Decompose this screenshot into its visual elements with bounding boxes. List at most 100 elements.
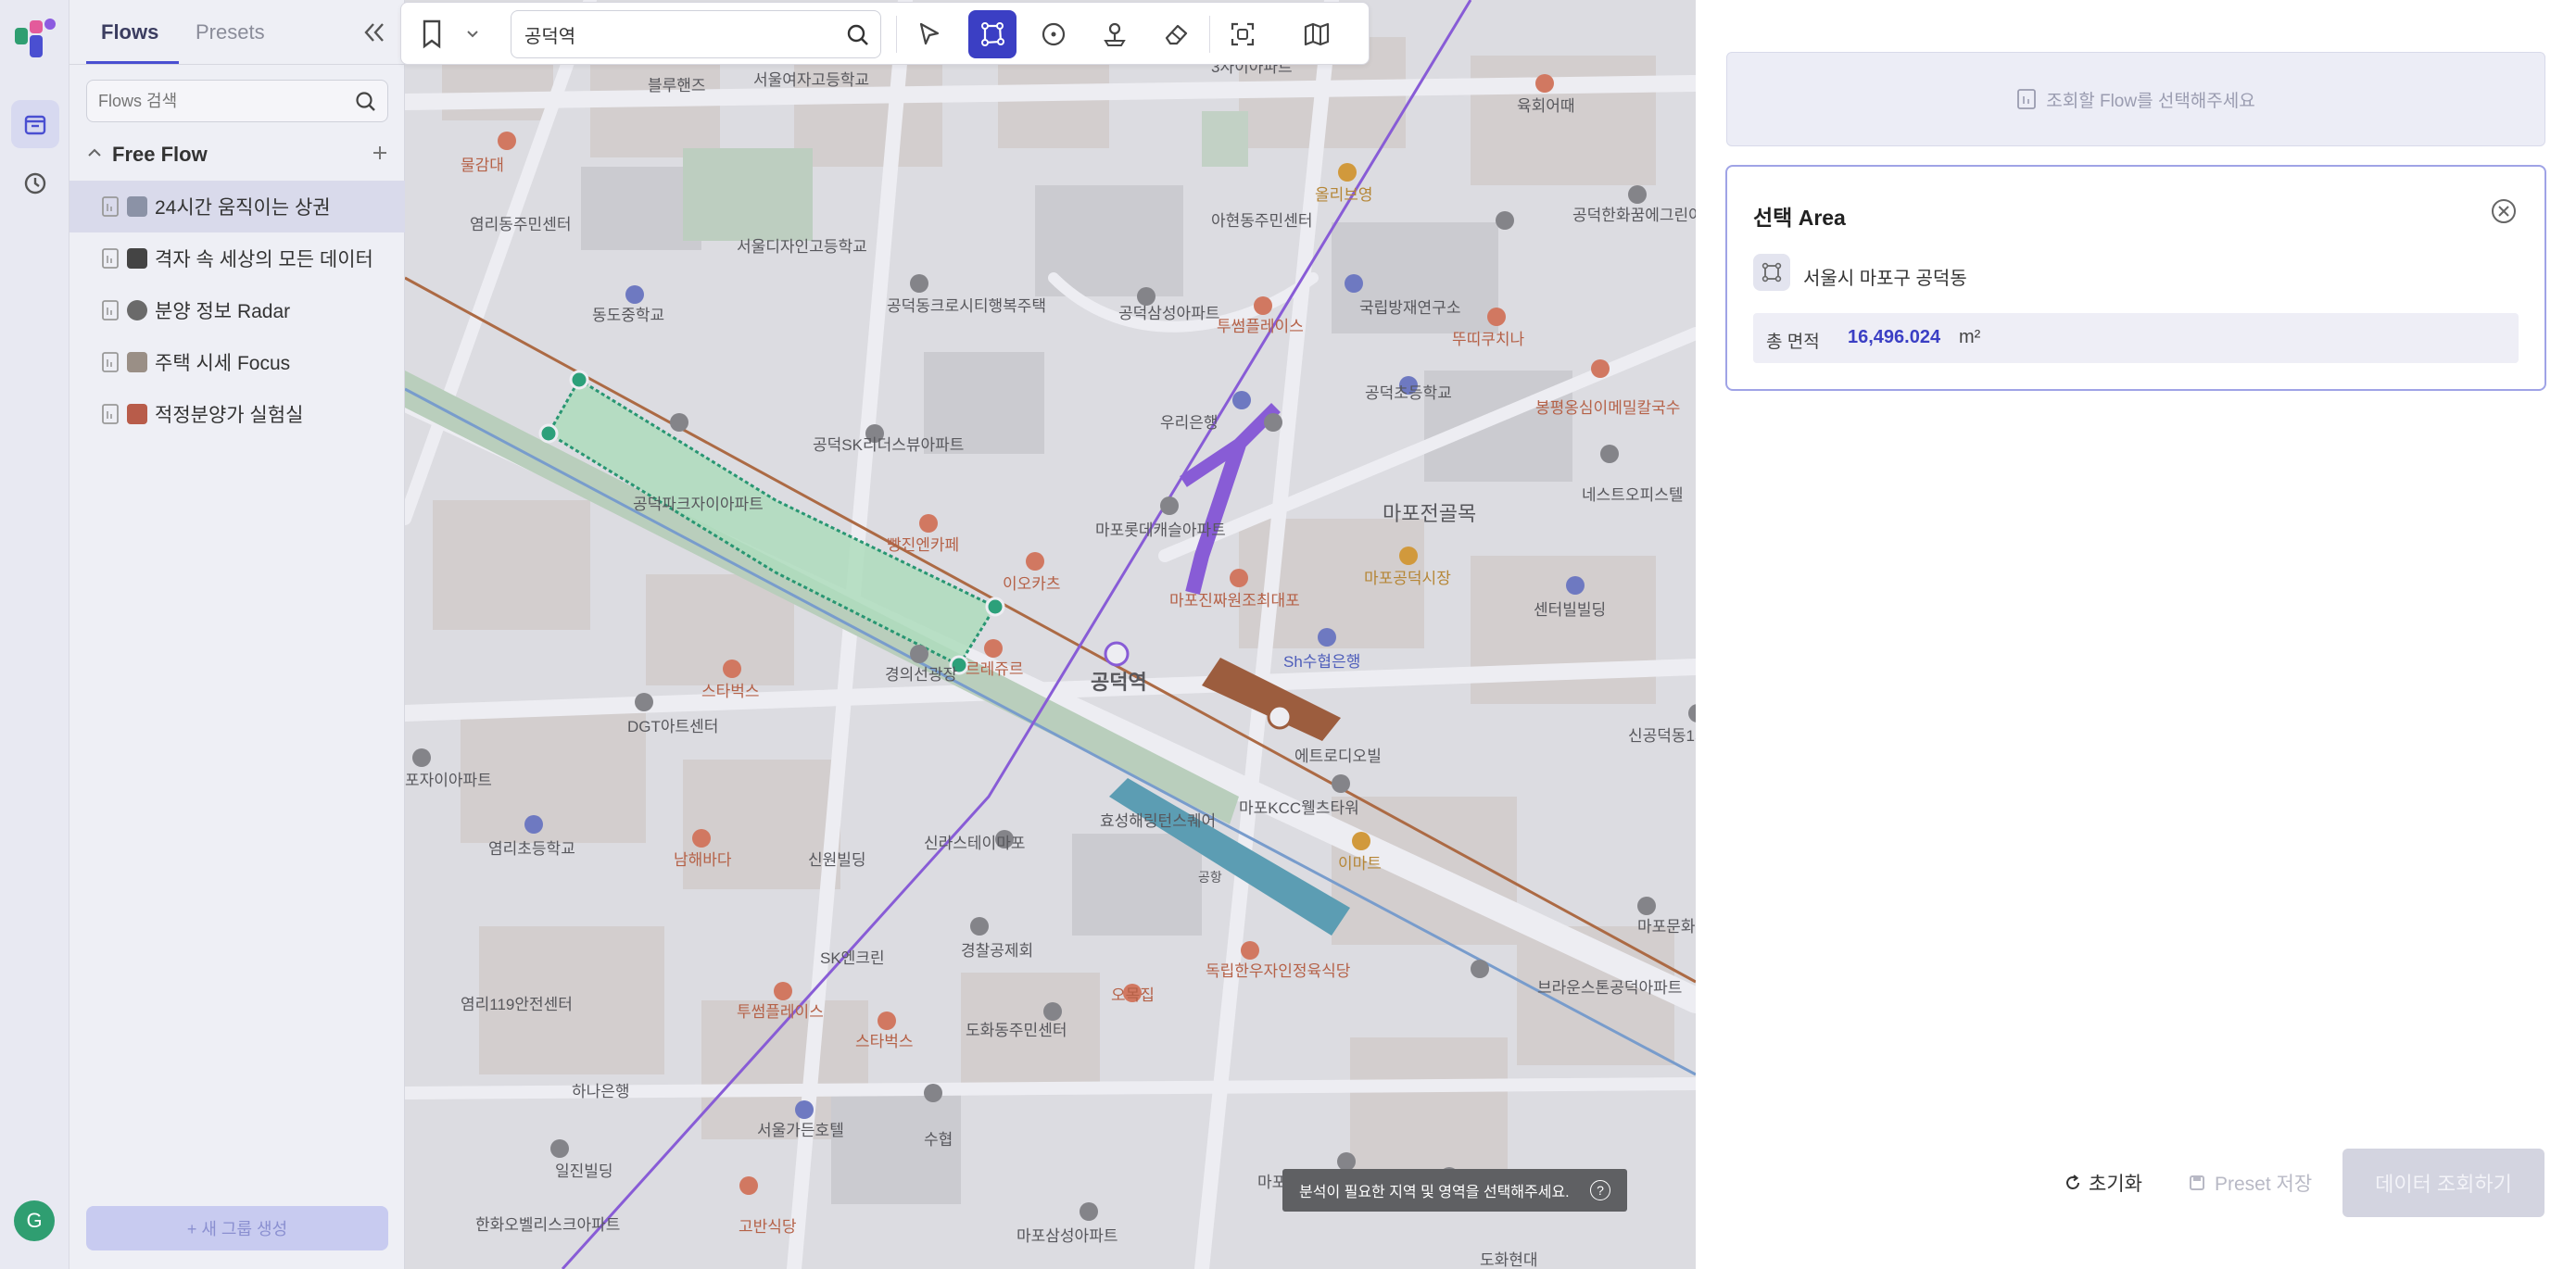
tab-presets[interactable]: Presets <box>196 20 265 44</box>
flow-item-label: 적정분양가 실험실 <box>155 405 304 426</box>
close-circle-icon[interactable] <box>2489 196 2519 226</box>
map-label: 공덕동크로시티행복주택 <box>887 297 1046 315</box>
reset-label: 초기화 <box>2089 1174 2142 1195</box>
map-label: 공덕초등학교 <box>1365 384 1452 402</box>
map-label: 하나은행 <box>572 1083 630 1100</box>
store-emoji-icon <box>127 196 147 217</box>
flow-item[interactable]: 적정분양가 실험실 <box>69 388 405 440</box>
map-label: 이오카츠 <box>1003 575 1061 593</box>
map-label: 한화오벨리스크아파트 <box>475 1216 620 1234</box>
chevron-down-icon[interactable] <box>464 25 481 42</box>
total-area-value: 16,496.024 <box>1848 327 1941 347</box>
select-pointer-tool[interactable] <box>905 10 953 58</box>
map-label: 올리브영 <box>1315 186 1373 204</box>
toolbar-divider <box>1209 16 1210 53</box>
document-icon <box>2017 89 2037 109</box>
flows-archive-icon[interactable] <box>11 100 59 148</box>
map-label: 일진빌딩 <box>555 1162 613 1180</box>
map-label: 뚜띠쿠치나 <box>1452 331 1525 348</box>
map-label: 포자이아파트 <box>405 772 492 789</box>
map-icon <box>1304 22 1330 46</box>
map-label: 육회어때 <box>1517 97 1575 115</box>
map-label: 투썸플레이스 <box>737 1003 824 1021</box>
map-label: DGT아트센터 <box>627 718 718 735</box>
refresh-icon <box>2066 1175 2079 1189</box>
map-label: 마포공덕시장 <box>1364 570 1451 587</box>
place-search-input[interactable] <box>524 11 830 57</box>
bookmark-icon[interactable] <box>418 18 446 51</box>
map-layers-tool[interactable] <box>1293 10 1341 58</box>
map-label: 신라스테이마포 <box>924 835 1025 852</box>
map-label: 브라운스톤공덕아파트 <box>1537 979 1682 997</box>
search-icon[interactable] <box>845 22 871 48</box>
map-label: 공덕한화꿈에그린아파트 <box>1572 207 1696 224</box>
pointer-icon <box>919 22 940 45</box>
area-location: 서울시 마포구 공덕동 <box>1803 269 1967 289</box>
flows-search-input[interactable] <box>98 81 348 121</box>
map-label: 염리초등학교 <box>488 840 575 858</box>
help-icon[interactable]: ? <box>1590 1180 1610 1200</box>
map-label: 센터빌빌딩 <box>1534 601 1606 619</box>
logo-icon[interactable] <box>13 17 57 61</box>
map-label: 효성해링턴스퀘어 <box>1100 812 1216 830</box>
new-group-button[interactable]: + 새 그룹 생성 <box>86 1206 388 1250</box>
map-label: 투썸플레이스 <box>1217 318 1304 335</box>
sidebar-tabs: Flows Presets <box>69 0 405 65</box>
map-label: 염리동주민센터 <box>470 216 571 233</box>
eraser-icon <box>1165 24 1188 45</box>
tab-flows[interactable]: Flows <box>101 20 158 44</box>
polygon-icon <box>1753 254 1790 291</box>
map-label: 공덕역 <box>1091 671 1147 694</box>
map-label: 국립방재연구소 <box>1359 299 1460 317</box>
user-avatar[interactable]: G <box>14 1200 55 1241</box>
total-area-row: 총 면적 16,496.024 m² <box>1753 313 2519 363</box>
map-canvas[interactable]: 블루핸즈 서울여자고등학교 3자이아파트 육회어때 올리브영 물감대 염리동주민… <box>405 0 1696 1269</box>
save-icon <box>2190 1175 2204 1190</box>
map-label: 블루핸즈 <box>648 77 706 94</box>
map-label: 서울가든호텔 <box>757 1122 844 1139</box>
polygon-area-tool[interactable] <box>968 10 1017 58</box>
flow-item[interactable]: 격자 속 세상의 모든 데이터 <box>69 232 405 284</box>
flow-item[interactable]: 24시간 움직이는 상권 <box>69 181 405 232</box>
flow-item-label: 격자 속 세상의 모든 데이터 <box>155 249 373 270</box>
selected-area-card: 선택 Area 서울시 마포구 공덕동 총 면적 16,496.024 m² <box>1725 165 2546 391</box>
place-search <box>511 10 881 58</box>
flow-item[interactable]: 주택 시세 Focus <box>69 336 405 388</box>
map-label: 오목집 <box>1111 986 1155 1004</box>
group-free-flow[interactable]: Free Flow <box>69 137 405 170</box>
search-icon[interactable] <box>354 90 378 114</box>
select-flow-placeholder[interactable]: 조회할 Flow를 선택해주세요 <box>1726 52 2545 146</box>
preset-save-label: Preset 저장 <box>2215 1174 2313 1195</box>
history-clock-icon[interactable] <box>11 159 59 207</box>
circle-radius-icon <box>1042 22 1066 46</box>
reset-button[interactable]: 초기화 <box>2063 1169 2142 1197</box>
map-label: 마포문화원 <box>1637 918 1696 936</box>
circle-radius-tool[interactable] <box>1029 10 1078 58</box>
house-emoji-icon <box>127 352 147 372</box>
map-label: 신공덕동1차아파트 <box>1628 727 1696 745</box>
flow-item-label: 분양 정보 Radar <box>155 301 291 322</box>
eraser-tool[interactable] <box>1152 10 1200 58</box>
add-flow-icon[interactable] <box>370 143 390 163</box>
document-icon <box>102 248 119 269</box>
flow-item[interactable]: 분양 정보 Radar <box>69 284 405 336</box>
flow-item-label: 24시간 움직이는 상권 <box>155 197 331 219</box>
map-label: 공덕파크자이아파트 <box>633 496 764 513</box>
map-label: 공덕SK리더스뷰아파트 <box>813 436 964 454</box>
map-label: 서울여자고등학교 <box>753 71 869 89</box>
map-label: 신원빌딩 <box>808 851 866 869</box>
map-label: 마포진짜원조최대포 <box>1169 592 1300 609</box>
flows-sidebar: Flows Presets Free Flow 24시간 움직이는 상권 격자 … <box>69 0 405 1269</box>
map-toolbar <box>400 2 1370 65</box>
capture-tool[interactable] <box>1219 10 1267 58</box>
map-label: 르레쥬르 <box>966 660 1024 678</box>
area-card-title: 선택 Area <box>1753 206 1846 230</box>
pin-location-tool[interactable] <box>1091 10 1139 58</box>
chevron-up-icon[interactable] <box>84 143 105 163</box>
map-hint-tooltip: 분석이 필요한 지역 및 영역을 선택해주세요. ? <box>1282 1169 1627 1212</box>
slot-machine-emoji-icon <box>127 404 147 424</box>
query-data-button[interactable]: 데이터 조회하기 <box>2342 1149 2544 1217</box>
map-label: 공항 <box>1198 870 1222 885</box>
collapse-sidebar-icon[interactable] <box>360 19 388 46</box>
preset-save-button[interactable]: Preset 저장 <box>2187 1169 2312 1197</box>
